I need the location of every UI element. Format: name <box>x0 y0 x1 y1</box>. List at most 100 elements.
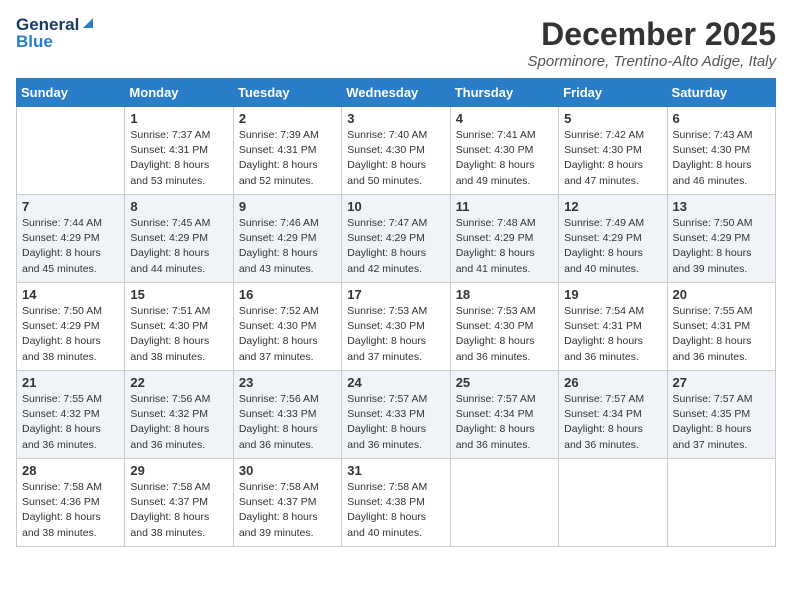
day-info: Sunrise: 7:46 AM Sunset: 4:29 PM Dayligh… <box>239 216 336 277</box>
day-info: Sunrise: 7:37 AM Sunset: 4:31 PM Dayligh… <box>130 128 227 189</box>
day-info: Sunrise: 7:53 AM Sunset: 4:30 PM Dayligh… <box>347 304 444 365</box>
day-of-week-header: Thursday <box>450 79 558 107</box>
calendar-cell: 16 Sunrise: 7:52 AM Sunset: 4:30 PM Dayli… <box>233 283 341 371</box>
day-number: 24 <box>347 375 444 390</box>
day-number: 2 <box>239 111 336 126</box>
calendar-cell: 23 Sunrise: 7:56 AM Sunset: 4:33 PM Dayli… <box>233 371 341 459</box>
day-number: 19 <box>564 287 661 302</box>
day-info: Sunrise: 7:56 AM Sunset: 4:32 PM Dayligh… <box>130 392 227 453</box>
calendar-cell: 12Sunrise: 7:49 AM Sunset: 4:29 PM Dayli… <box>559 195 667 283</box>
day-number: 28 <box>22 463 119 478</box>
calendar-cell: 29Sunrise: 7:58 AM Sunset: 4:37 PM Dayli… <box>125 459 233 547</box>
day-of-week-header: Wednesday <box>342 79 450 107</box>
day-number: 23 <box>239 375 336 390</box>
day-info: Sunrise: 7:55 AM Sunset: 4:31 PM Dayligh… <box>673 304 770 365</box>
calendar-cell: 20 Sunrise: 7:55 AM Sunset: 4:31 PM Dayli… <box>667 283 775 371</box>
day-of-week-header: Friday <box>559 79 667 107</box>
day-info: Sunrise: 7:58 AM Sunset: 4:36 PM Dayligh… <box>22 480 119 541</box>
day-number: 12 <box>564 199 661 214</box>
month-title: December 2025 <box>528 16 776 53</box>
day-info: Sunrise: 7:53 AM Sunset: 4:30 PM Dayligh… <box>456 304 553 365</box>
calendar-cell: 21 Sunrise: 7:55 AM Sunset: 4:32 PM Dayli… <box>17 371 125 459</box>
day-number: 14 <box>22 287 119 302</box>
day-number: 3 <box>347 111 444 126</box>
calendar-cell: 10 Sunrise: 7:47 AM Sunset: 4:29 PM Dayli… <box>342 195 450 283</box>
day-info: Sunrise: 7:43 AM Sunset: 4:30 PM Dayligh… <box>673 128 770 189</box>
day-info: Sunrise: 7:57 AM Sunset: 4:35 PM Dayligh… <box>673 392 770 453</box>
logo: General Blue <box>16 16 95 51</box>
calendar-cell: 9 Sunrise: 7:46 AM Sunset: 4:29 PM Daylig… <box>233 195 341 283</box>
day-info: Sunrise: 7:56 AM Sunset: 4:33 PM Dayligh… <box>239 392 336 453</box>
calendar-cell: 5 Sunrise: 7:42 AM Sunset: 4:30 PM Daylig… <box>559 107 667 195</box>
page-header: General Blue December 2025 Sporminore, T… <box>16 16 776 70</box>
calendar-cell: 7 Sunrise: 7:44 AM Sunset: 4:29 PM Daylig… <box>17 195 125 283</box>
day-number: 8 <box>130 199 227 214</box>
day-number: 16 <box>239 287 336 302</box>
calendar-cell <box>667 459 775 547</box>
day-info: Sunrise: 7:57 AM Sunset: 4:33 PM Dayligh… <box>347 392 444 453</box>
day-number: 7 <box>22 199 119 214</box>
day-info: Sunrise: 7:40 AM Sunset: 4:30 PM Dayligh… <box>347 128 444 189</box>
logo-triangle-icon <box>81 16 95 30</box>
calendar-cell: 6 Sunrise: 7:43 AM Sunset: 4:30 PM Daylig… <box>667 107 775 195</box>
calendar-cell <box>17 107 125 195</box>
day-number: 26 <box>564 375 661 390</box>
day-number: 15 <box>130 287 227 302</box>
day-number: 31 <box>347 463 444 478</box>
day-number: 22 <box>130 375 227 390</box>
day-info: Sunrise: 7:44 AM Sunset: 4:29 PM Dayligh… <box>22 216 119 277</box>
day-number: 6 <box>673 111 770 126</box>
day-number: 10 <box>347 199 444 214</box>
day-info: Sunrise: 7:50 AM Sunset: 4:29 PM Dayligh… <box>673 216 770 277</box>
day-info: Sunrise: 7:39 AM Sunset: 4:31 PM Dayligh… <box>239 128 336 189</box>
day-number: 29 <box>130 463 227 478</box>
day-of-week-header: Sunday <box>17 79 125 107</box>
day-info: Sunrise: 7:51 AM Sunset: 4:30 PM Dayligh… <box>130 304 227 365</box>
day-number: 4 <box>456 111 553 126</box>
calendar-cell: 27Sunrise: 7:57 AM Sunset: 4:35 PM Dayli… <box>667 371 775 459</box>
day-of-week-header: Tuesday <box>233 79 341 107</box>
calendar-cell: 24 Sunrise: 7:57 AM Sunset: 4:33 PM Dayli… <box>342 371 450 459</box>
calendar-cell: 4 Sunrise: 7:41 AM Sunset: 4:30 PM Daylig… <box>450 107 558 195</box>
day-number: 21 <box>22 375 119 390</box>
day-info: Sunrise: 7:47 AM Sunset: 4:29 PM Dayligh… <box>347 216 444 277</box>
day-info: Sunrise: 7:55 AM Sunset: 4:32 PM Dayligh… <box>22 392 119 453</box>
day-number: 11 <box>456 199 553 214</box>
day-number: 5 <box>564 111 661 126</box>
logo-blue: Blue <box>16 33 95 52</box>
calendar-week-row: 7 Sunrise: 7:44 AM Sunset: 4:29 PM Daylig… <box>17 195 776 283</box>
day-info: Sunrise: 7:52 AM Sunset: 4:30 PM Dayligh… <box>239 304 336 365</box>
day-info: Sunrise: 7:58 AM Sunset: 4:37 PM Dayligh… <box>239 480 336 541</box>
calendar-table: SundayMondayTuesdayWednesdayThursdayFrid… <box>16 78 776 547</box>
calendar-cell: 11 Sunrise: 7:48 AM Sunset: 4:29 PM Dayli… <box>450 195 558 283</box>
calendar-cell: 1 Sunrise: 7:37 AM Sunset: 4:31 PM Daylig… <box>125 107 233 195</box>
calendar-cell: 30 Sunrise: 7:58 AM Sunset: 4:37 PM Dayli… <box>233 459 341 547</box>
day-number: 1 <box>130 111 227 126</box>
calendar-cell: 22 Sunrise: 7:56 AM Sunset: 4:32 PM Dayli… <box>125 371 233 459</box>
calendar-cell: 19 Sunrise: 7:54 AM Sunset: 4:31 PM Dayli… <box>559 283 667 371</box>
calendar-week-row: 21 Sunrise: 7:55 AM Sunset: 4:32 PM Dayli… <box>17 371 776 459</box>
calendar-cell: 26 Sunrise: 7:57 AM Sunset: 4:34 PM Dayli… <box>559 371 667 459</box>
calendar-week-row: 1 Sunrise: 7:37 AM Sunset: 4:31 PM Daylig… <box>17 107 776 195</box>
day-number: 18 <box>456 287 553 302</box>
day-number: 20 <box>673 287 770 302</box>
day-number: 9 <box>239 199 336 214</box>
day-number: 25 <box>456 375 553 390</box>
day-number: 17 <box>347 287 444 302</box>
calendar-cell: 17 Sunrise: 7:53 AM Sunset: 4:30 PM Dayli… <box>342 283 450 371</box>
day-info: Sunrise: 7:57 AM Sunset: 4:34 PM Dayligh… <box>564 392 661 453</box>
day-info: Sunrise: 7:54 AM Sunset: 4:31 PM Dayligh… <box>564 304 661 365</box>
calendar-cell: 25 Sunrise: 7:57 AM Sunset: 4:34 PM Dayli… <box>450 371 558 459</box>
calendar-cell: 15 Sunrise: 7:51 AM Sunset: 4:30 PM Dayli… <box>125 283 233 371</box>
title-block: December 2025 Sporminore, Trentino-Alto … <box>528 16 776 70</box>
day-info: Sunrise: 7:42 AM Sunset: 4:30 PM Dayligh… <box>564 128 661 189</box>
calendar-cell: 3 Sunrise: 7:40 AM Sunset: 4:30 PM Daylig… <box>342 107 450 195</box>
day-info: Sunrise: 7:57 AM Sunset: 4:34 PM Dayligh… <box>456 392 553 453</box>
day-info: Sunrise: 7:58 AM Sunset: 4:38 PM Dayligh… <box>347 480 444 541</box>
day-of-week-header: Monday <box>125 79 233 107</box>
calendar-cell: 13Sunrise: 7:50 AM Sunset: 4:29 PM Dayli… <box>667 195 775 283</box>
day-info: Sunrise: 7:41 AM Sunset: 4:30 PM Dayligh… <box>456 128 553 189</box>
day-info: Sunrise: 7:48 AM Sunset: 4:29 PM Dayligh… <box>456 216 553 277</box>
day-number: 30 <box>239 463 336 478</box>
calendar-cell: 8Sunrise: 7:45 AM Sunset: 4:29 PM Daylig… <box>125 195 233 283</box>
